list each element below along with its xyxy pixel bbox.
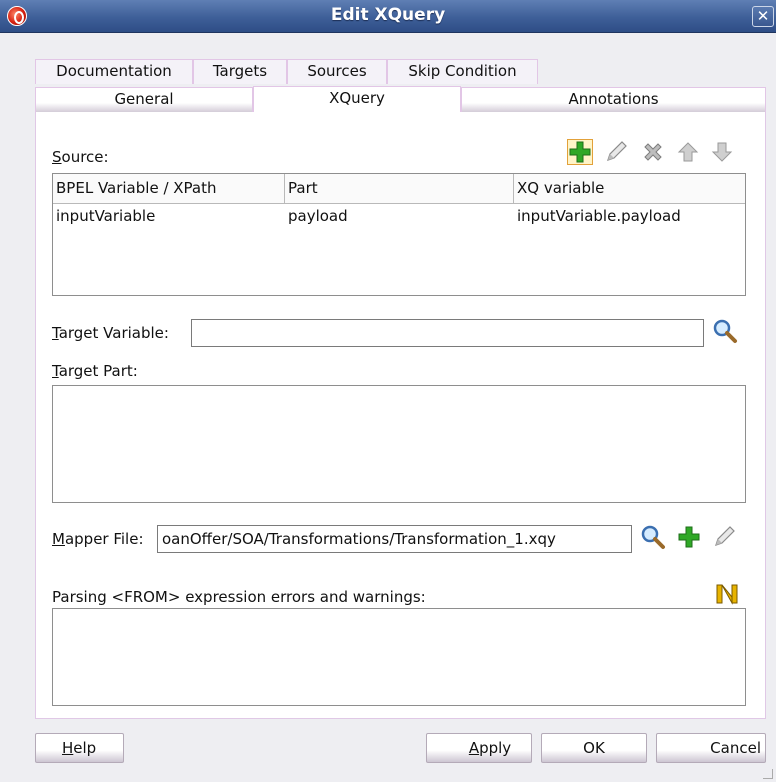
source-table[interactable]: BPEL Variable / XPath Part XQ variable i…: [52, 173, 746, 296]
tab-targets[interactable]: Targets: [193, 59, 287, 84]
edit-mapper-icon[interactable]: [712, 525, 736, 549]
close-button[interactable]: ✕: [752, 6, 774, 27]
column-header-part[interactable]: Part: [285, 174, 514, 204]
tab-skip-condition[interactable]: Skip Condition: [387, 59, 538, 84]
search-icon[interactable]: [712, 318, 738, 344]
tab-xquery[interactable]: XQuery: [253, 86, 461, 113]
help-button[interactable]: Help: [35, 733, 124, 763]
title-bar: Edit XQuery ✕: [0, 0, 776, 33]
source-label: Source:: [52, 148, 109, 166]
validate-icon[interactable]: [715, 582, 739, 606]
add-icon[interactable]: [567, 139, 593, 165]
tab-sources[interactable]: Sources: [287, 59, 387, 84]
column-header-xq-variable[interactable]: XQ variable: [514, 174, 745, 204]
edit-icon[interactable]: [604, 140, 628, 164]
table-cell-part[interactable]: payload: [285, 205, 514, 229]
ok-button[interactable]: OK: [541, 733, 647, 763]
cancel-button[interactable]: Cancel: [656, 733, 766, 763]
browse-mapper-search-icon[interactable]: [640, 524, 666, 550]
table-cell-bpel-variable[interactable]: inputVariable: [53, 205, 285, 229]
window-title: Edit XQuery: [330, 5, 446, 25]
edit-xquery-dialog: Edit XQuery ✕ Documentation Targets Sour…: [0, 0, 776, 782]
tab-documentation[interactable]: Documentation: [35, 59, 193, 84]
move-up-icon[interactable]: [676, 140, 700, 164]
parsing-errors-label: Parsing <FROM> expression errors and war…: [52, 588, 426, 606]
create-mapper-add-icon[interactable]: [677, 525, 701, 549]
mapper-file-label: Mapper File:: [52, 530, 144, 548]
target-variable-field[interactable]: [191, 319, 704, 347]
target-variable-label: Target Variable:: [52, 324, 169, 342]
target-part-label: Target Part:: [52, 362, 138, 380]
mapper-file-field[interactable]: oanOffer/SOA/Transformations/Transformat…: [157, 525, 632, 553]
resize-grip[interactable]: [763, 769, 773, 779]
table-cell-xq-variable[interactable]: inputVariable.payload: [514, 205, 745, 229]
move-down-icon[interactable]: [710, 140, 734, 164]
column-header-bpel-variable[interactable]: BPEL Variable / XPath: [53, 174, 285, 204]
tab-annotations[interactable]: Annotations: [461, 87, 766, 112]
apply-button[interactable]: Apply: [426, 733, 532, 763]
tab-general[interactable]: General: [35, 87, 253, 112]
parsing-errors-area[interactable]: [52, 608, 746, 706]
delete-icon[interactable]: [641, 140, 665, 164]
target-part-tree[interactable]: [52, 385, 746, 503]
